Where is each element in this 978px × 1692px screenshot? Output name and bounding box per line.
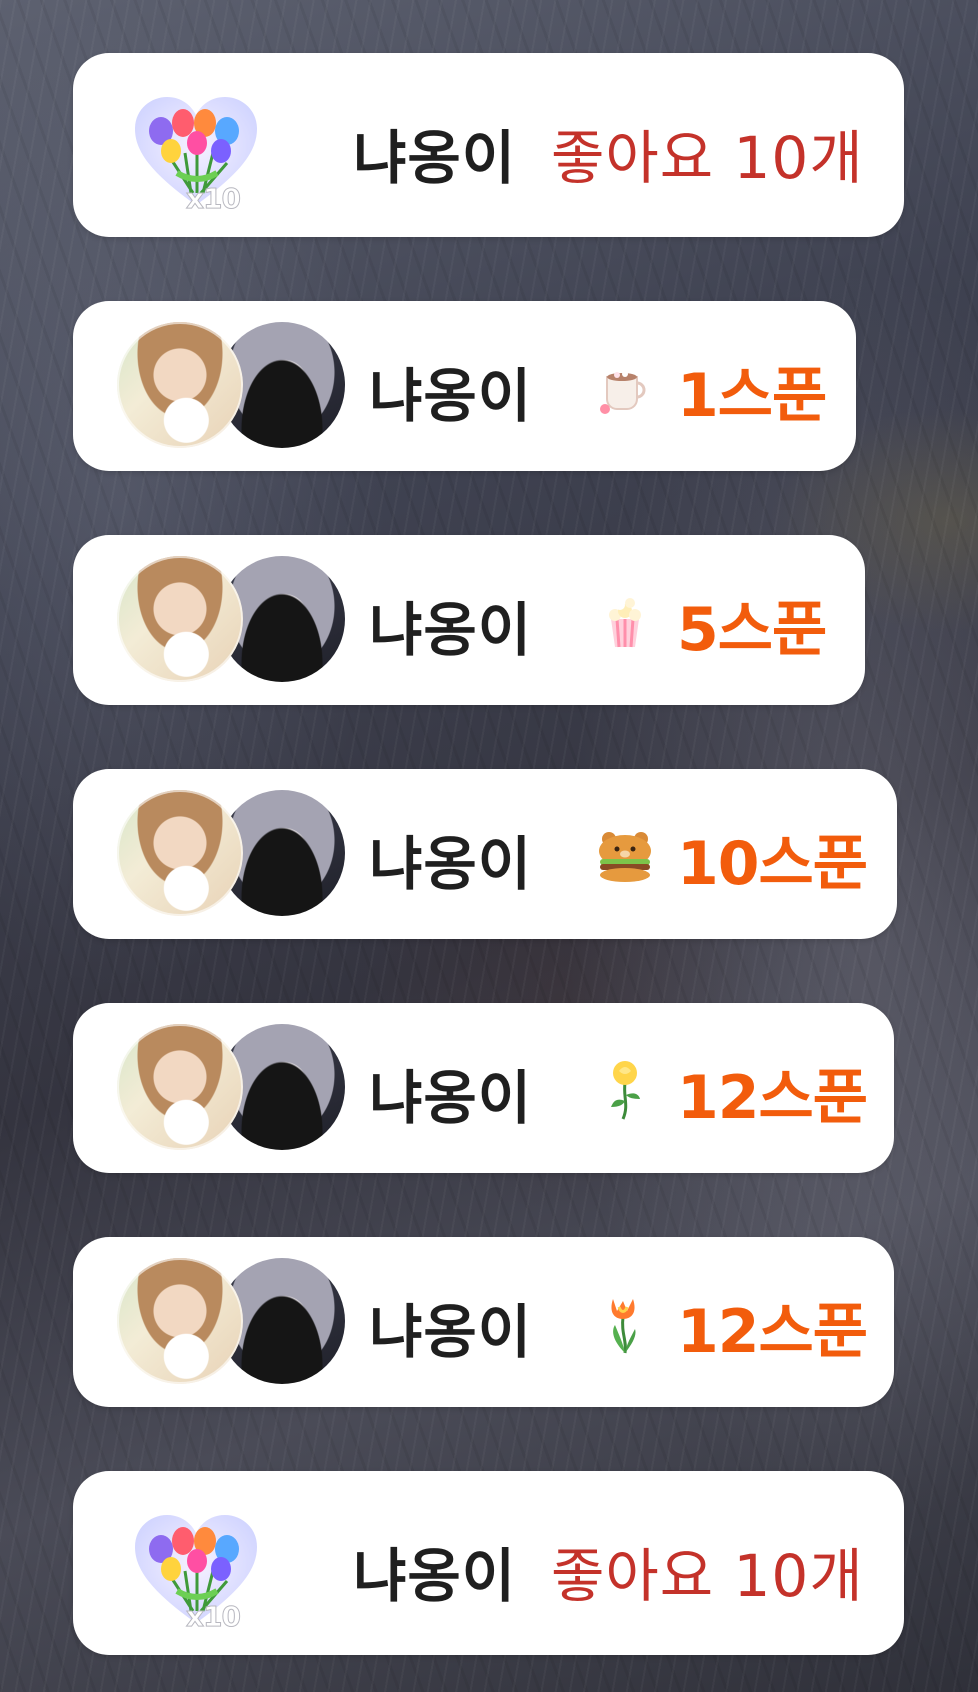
cocoa-mug-icon [600, 371, 646, 414]
sender-name: 냐옹이 [353, 1542, 517, 1610]
yellow-rose-icon [611, 1061, 640, 1120]
multiplier-badge: x10 [185, 182, 241, 216]
spoon-gift-notification-card: 냐옹이 12스푼 [73, 1003, 894, 1173]
sender-name: 냐옹이 [369, 362, 533, 430]
tulip-icon [611, 1299, 636, 1354]
spoon-amount: 12스푼 [677, 1063, 868, 1133]
sender-name: 냐옹이 [369, 830, 533, 898]
spoon-amount: 10스푼 [677, 829, 868, 899]
like-count-text: 좋아요 10개 [551, 124, 864, 192]
like-count-text: 좋아요 10개 [551, 1542, 864, 1610]
sender-avatar [117, 322, 243, 448]
spoon-gift-notification-card: 냐옹이 1스푼 [73, 301, 856, 471]
spoon-gift-notification-card: 냐옹이 5스푼 [73, 535, 865, 705]
sender-avatar [117, 1024, 243, 1150]
sender-name: 냐옹이 [369, 596, 533, 664]
sender-avatar [117, 1258, 243, 1384]
sender-name: 냐옹이 [353, 124, 517, 192]
sender-name: 냐옹이 [369, 1298, 533, 1366]
like-notification-card: x10 냐옹이 좋아요 10개 [73, 53, 904, 237]
sender-avatar [117, 556, 243, 682]
spoon-gift-notification-card: 냐옹이 12스푼 [73, 1237, 894, 1407]
sender-avatar [117, 790, 243, 916]
bear-burger-icon [599, 832, 651, 882]
spoon-gift-notification-card: 냐옹이 10스푼 [73, 769, 897, 939]
spoon-amount: 5스푼 [677, 595, 827, 665]
like-notification-card: x10 냐옹이 좋아요 10개 [73, 1471, 904, 1655]
spoon-amount: 12스푼 [677, 1297, 868, 1367]
sender-name: 냐옹이 [369, 1064, 533, 1132]
multiplier-badge: x10 [185, 1600, 241, 1634]
popcorn-icon [609, 598, 641, 648]
spoon-amount: 1스푼 [677, 361, 827, 431]
